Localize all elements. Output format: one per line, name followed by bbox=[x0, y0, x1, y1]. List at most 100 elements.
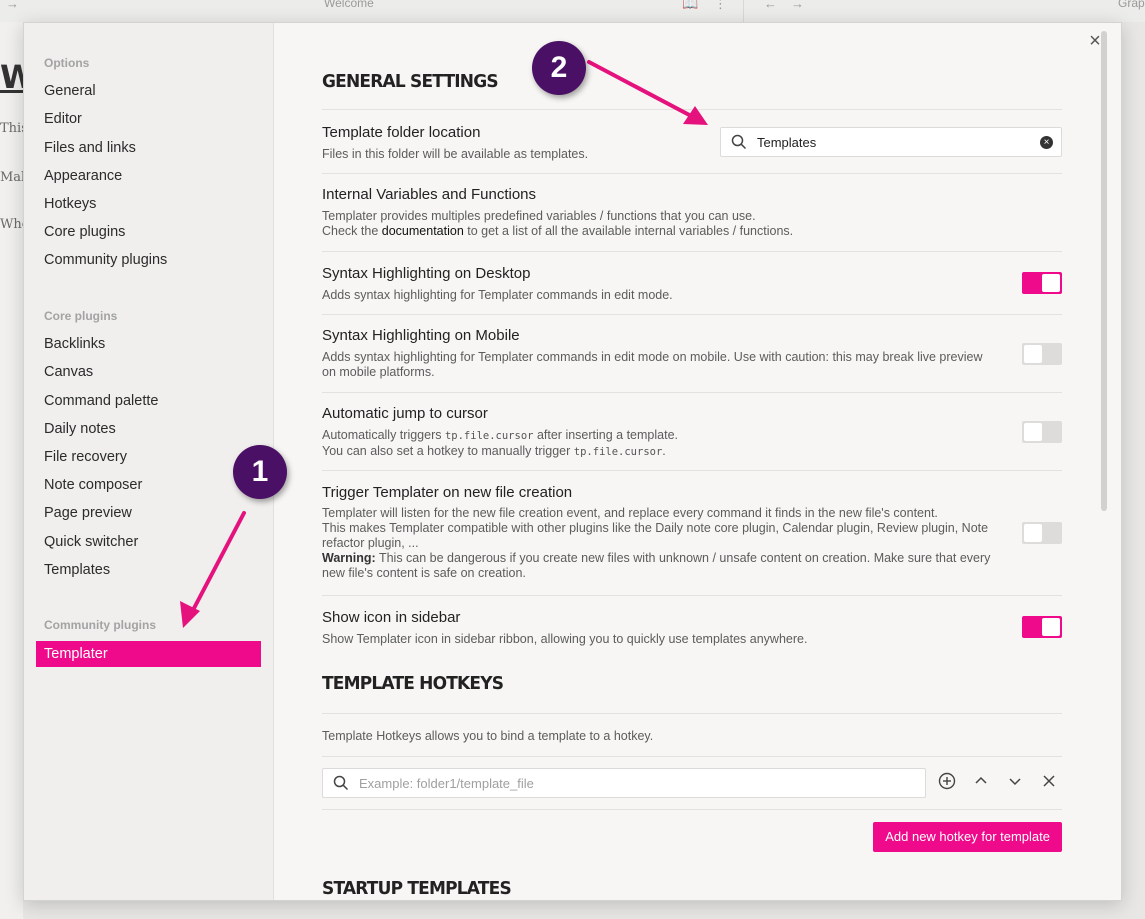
settings-content: GENERAL SETTINGS Template folder locatio… bbox=[274, 23, 1111, 900]
setting-description: Show Templater icon in sidebar ribbon, a… bbox=[322, 632, 808, 646]
toggle-knob bbox=[1024, 524, 1042, 542]
setting-hotkey-row: Example: folder1/template_file bbox=[322, 756, 1062, 809]
hotkey-template-placeholder: Example: folder1/template_file bbox=[359, 776, 534, 791]
syntax-desktop-toggle[interactable] bbox=[1022, 272, 1062, 294]
setting-internal-variables: Internal Variables and Functions Templat… bbox=[322, 173, 1062, 251]
setting-description: Templater will listen for the new file c… bbox=[322, 506, 1012, 581]
background-text: Mak bbox=[0, 170, 23, 185]
warning-text: This can be dangerous if you create new … bbox=[375, 551, 991, 565]
description-line: refactor plugin, ... bbox=[322, 536, 419, 550]
sidebar-group-community-plugins: Community plugins bbox=[44, 618, 156, 632]
description-text: to get a list of all the available inter… bbox=[463, 224, 794, 238]
setting-show-icon: Show icon in sidebar Show Templater icon… bbox=[322, 595, 1062, 657]
setting-auto-jump: Automatic jump to cursor Automatically t… bbox=[322, 392, 1062, 470]
sidebar-item-command-palette[interactable]: Command palette bbox=[44, 393, 158, 409]
setting-description: Automatically triggers tp.file.cursor af… bbox=[322, 428, 1012, 460]
sidebar-item-editor[interactable]: Editor bbox=[44, 111, 82, 127]
description-line: Adds syntax highlighting for Templater c… bbox=[322, 350, 983, 364]
add-hotkey-button[interactable]: Add new hotkey for template bbox=[873, 822, 1062, 852]
sidebar-item-quick-switcher[interactable]: Quick switcher bbox=[44, 534, 138, 550]
background-text: Whe bbox=[0, 217, 23, 232]
background-tab-graph: Grap bbox=[1118, 0, 1145, 10]
auto-jump-toggle[interactable] bbox=[1022, 421, 1062, 443]
background-note: W This Mak Whe bbox=[0, 22, 23, 919]
description-line: Warning: This can be dangerous if you cr… bbox=[322, 551, 1012, 566]
background-titlebar: → Welcome 📖 ⋮ ← → Grap bbox=[0, 0, 1145, 22]
description-text: after inserting a template. bbox=[533, 428, 679, 442]
clear-icon[interactable]: × bbox=[1040, 136, 1053, 149]
general-settings-heading: GENERAL SETTINGS bbox=[322, 71, 499, 93]
annotation-badge-2: 2 bbox=[532, 41, 586, 95]
setting-name: Template folder location bbox=[322, 124, 481, 141]
sidebar-item-files-and-links[interactable]: Files and links bbox=[44, 140, 136, 156]
template-folder-value: Templates bbox=[757, 135, 817, 150]
setting-description: Adds syntax highlighting for Templater c… bbox=[322, 288, 673, 302]
setting-trigger-new-file: Trigger Templater on new file creation T… bbox=[322, 470, 1062, 595]
sidebar-item-canvas[interactable]: Canvas bbox=[44, 364, 93, 380]
setting-name: Automatic jump to cursor bbox=[322, 405, 488, 422]
sidebar-group-options: Options bbox=[44, 56, 90, 70]
description-line: You can also set a hotkey to manually tr… bbox=[322, 444, 1012, 460]
trigger-new-file-toggle[interactable] bbox=[1022, 522, 1062, 544]
startup-templates-heading: STARTUP TEMPLATES bbox=[322, 878, 512, 900]
setting-name: Syntax Highlighting on Desktop bbox=[322, 265, 531, 282]
setting-name: Show icon in sidebar bbox=[322, 609, 461, 626]
delete-icon[interactable] bbox=[1039, 772, 1059, 792]
sidebar-item-note-composer[interactable]: Note composer bbox=[44, 477, 142, 493]
book-icon: 📖 bbox=[682, 0, 699, 11]
background-text: This bbox=[0, 121, 23, 136]
setting-name: Trigger Templater on new file creation bbox=[322, 484, 573, 501]
description-line: on mobile platforms. bbox=[322, 365, 435, 379]
sidebar-item-general[interactable]: General bbox=[44, 83, 96, 99]
add-hotkey-icon[interactable] bbox=[937, 772, 957, 792]
toggle-knob bbox=[1042, 618, 1060, 636]
setting-hotkeys-description: Template Hotkeys allows you to bind a te… bbox=[322, 713, 1062, 756]
sidebar-item-file-recovery[interactable]: File recovery bbox=[44, 449, 127, 465]
hotkey-template-input[interactable]: Example: folder1/template_file bbox=[322, 768, 926, 798]
setting-syntax-mobile: Syntax Highlighting on Mobile Adds synta… bbox=[322, 314, 1062, 392]
description-line: Automatically triggers tp.file.cursor af… bbox=[322, 428, 1012, 444]
setting-description: Template Hotkeys allows you to bind a te… bbox=[322, 729, 654, 743]
sidebar-item-hotkeys[interactable]: Hotkeys bbox=[44, 196, 96, 212]
setting-description: Adds syntax highlighting for Templater c… bbox=[322, 350, 1012, 380]
search-icon bbox=[731, 134, 747, 150]
description-text: You can also set a hotkey to manually tr… bbox=[322, 444, 574, 458]
setting-add-hotkey: Add new hotkey for template bbox=[322, 809, 1062, 859]
code-snippet: tp.file.cursor bbox=[573, 446, 663, 458]
code-snippet: tp.file.cursor bbox=[444, 430, 534, 442]
background-heading: W bbox=[0, 58, 23, 96]
setting-template-folder: Template folder location Files in this f… bbox=[322, 109, 1062, 173]
description-text: Check the bbox=[322, 224, 382, 238]
template-hotkeys-heading: TEMPLATE HOTKEYS bbox=[322, 673, 504, 695]
description-line: Check the documentation to get a list of… bbox=[322, 224, 1012, 239]
sidebar-item-backlinks[interactable]: Backlinks bbox=[44, 336, 105, 352]
settings-modal: × Options General Editor Files and links… bbox=[23, 22, 1122, 901]
description-line: This makes Templater compatible with oth… bbox=[322, 521, 989, 535]
sidebar-item-community-plugins[interactable]: Community plugins bbox=[44, 252, 167, 268]
sidebar-item-templater[interactable]: Templater bbox=[36, 641, 261, 667]
sidebar-item-core-plugins[interactable]: Core plugins bbox=[44, 224, 125, 240]
description-line: Templater will listen for the new file c… bbox=[322, 506, 938, 520]
chevron-up-icon[interactable] bbox=[971, 772, 991, 792]
forward-arrow-icon: → bbox=[791, 0, 804, 11]
search-icon bbox=[333, 775, 349, 791]
scrollbar[interactable] bbox=[1101, 31, 1107, 511]
toggle-knob bbox=[1042, 274, 1060, 292]
sidebar-item-appearance[interactable]: Appearance bbox=[44, 168, 122, 184]
template-folder-input[interactable]: Templates × bbox=[720, 127, 1062, 157]
pane-divider bbox=[743, 0, 744, 22]
sidebar-item-templates[interactable]: Templates bbox=[44, 562, 110, 578]
syntax-mobile-toggle[interactable] bbox=[1022, 343, 1062, 365]
sidebar-item-daily-notes[interactable]: Daily notes bbox=[44, 421, 116, 437]
chevron-down-icon[interactable] bbox=[1005, 772, 1025, 792]
forward-arrow-icon: → bbox=[6, 0, 19, 11]
setting-name: Internal Variables and Functions bbox=[322, 186, 537, 203]
sidebar-item-page-preview[interactable]: Page preview bbox=[44, 505, 132, 521]
setting-description: Templater provides multiples predefined … bbox=[322, 209, 1012, 239]
description-text: . bbox=[662, 444, 666, 458]
description-line: new file's content is safe on creation. bbox=[322, 566, 526, 580]
documentation-link[interactable]: documentation bbox=[382, 224, 464, 238]
setting-name: Syntax Highlighting on Mobile bbox=[322, 327, 520, 344]
show-icon-toggle[interactable] bbox=[1022, 616, 1062, 638]
background-tab-welcome: Welcome bbox=[324, 0, 374, 10]
